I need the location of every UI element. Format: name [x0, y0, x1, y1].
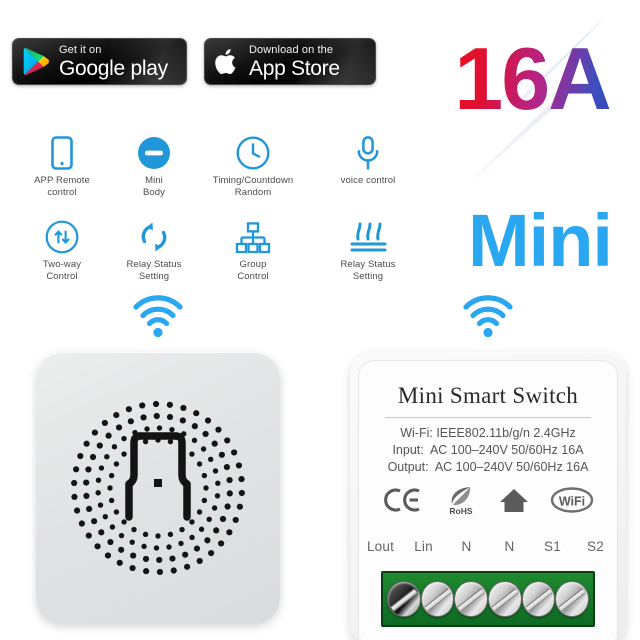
feature-label: Relay Status Setting: [340, 259, 396, 282]
feature-timing-countdown-random: Timing/Countdown Random: [205, 126, 301, 198]
feature-mini-body: Mini Body: [106, 126, 202, 198]
terminal-label: Lout: [366, 539, 395, 554]
feature-group-control: Group Control: [205, 210, 301, 282]
feature-voice-control: voice control: [320, 126, 416, 187]
terminal-label: Lin: [414, 539, 433, 554]
svg-text:WiFi: WiFi: [559, 495, 585, 509]
app-store-small-text: Download on the: [249, 43, 334, 56]
certification-row: RoHS WiFi: [359, 485, 617, 520]
home-house-icon: [499, 487, 529, 519]
terminal-screw: [488, 581, 522, 617]
microphone-icon: [320, 126, 416, 170]
svg-text:RoHS: RoHS: [449, 506, 472, 515]
mini-headline: Mini: [468, 198, 613, 282]
power-plug-outline-icon: [125, 432, 191, 521]
heat-waves-icon: [320, 210, 416, 254]
minus-circle-icon: [106, 126, 202, 170]
feature-label: Timing/Countdown Random: [212, 175, 294, 198]
ce-mark-icon: [383, 487, 423, 518]
app-store-big-text: App Store: [249, 56, 340, 80]
google-play-badge[interactable]: Get it on Google play: [12, 38, 187, 85]
terminal-label: S2: [587, 539, 604, 554]
wifi-icon: [131, 290, 185, 343]
smartphone-icon: [14, 126, 110, 170]
terminal-screw: [555, 581, 590, 617]
feature-label: Relay Status Setting: [126, 259, 182, 282]
terminal-screw: [454, 581, 489, 617]
google-play-icon: [23, 47, 50, 76]
rohs-leaf-icon: RoHS: [445, 485, 477, 520]
terminal-label: N: [461, 539, 472, 554]
spec-output: Output: AC 100–240V 50/60Hz 16A: [387, 460, 589, 474]
terminal-screw: [387, 581, 421, 617]
feature-label: APP Remote control: [34, 175, 90, 198]
smart-switch-body: Mini Smart Switch Wi-Fi: IEEE802.11b/g/n…: [350, 352, 626, 640]
terminal-screw: [420, 581, 455, 617]
apple-logo-icon: [215, 47, 240, 77]
feature-label: Group Control: [237, 259, 269, 282]
feature-label: Mini Body: [142, 175, 166, 198]
terminal-label-row: Lout Lin N N S1 S2: [359, 539, 617, 554]
feature-two-way-control: Two-way Control: [14, 210, 110, 282]
wifi-badge-icon: WiFi: [550, 487, 594, 518]
spec-wifi: Wi-Fi: IEEE802.11b/g/n 2.4GHz: [400, 426, 576, 440]
terminal-label: N: [504, 539, 515, 554]
feature-label: voice control: [340, 175, 396, 186]
google-play-small-text: Get it on: [59, 43, 102, 56]
smart-switch-front-cover: [36, 352, 280, 624]
product-title: Mini Smart Switch: [397, 383, 579, 408]
spec-block: Wi-Fi: IEEE802.11b/g/n 2.4GHz Input: AC …: [359, 425, 617, 476]
amperage-headline: 16A: [432, 14, 632, 184]
title-divider: [385, 417, 591, 418]
google-play-big-text: Google play: [59, 56, 168, 80]
hierarchy-group-icon: [205, 210, 301, 254]
terminal-screw: [521, 581, 556, 617]
app-store-badge[interactable]: Download on the App Store: [204, 38, 376, 85]
terminal-label: S1: [544, 539, 561, 554]
two-way-arrows-circle-icon: [14, 210, 110, 254]
clock-icon: [205, 126, 301, 170]
feature-label: Two-way Control: [42, 259, 82, 282]
feature-relay-status-setting-heat: Relay Status Setting: [320, 210, 416, 282]
product-marketing-image: Get it on Google play Download on the Ap…: [0, 0, 640, 640]
spec-input: Input: AC 100–240V 50/60Hz 16A: [392, 443, 584, 457]
feature-relay-status-setting-cycle: Relay Status Setting: [106, 210, 202, 282]
amperage-value: 16A: [432, 24, 632, 134]
terminal-block: [381, 571, 595, 627]
feature-app-remote-control: APP Remote control: [14, 126, 110, 198]
refresh-cycle-icon: [106, 210, 202, 254]
wifi-icon: [461, 290, 515, 343]
